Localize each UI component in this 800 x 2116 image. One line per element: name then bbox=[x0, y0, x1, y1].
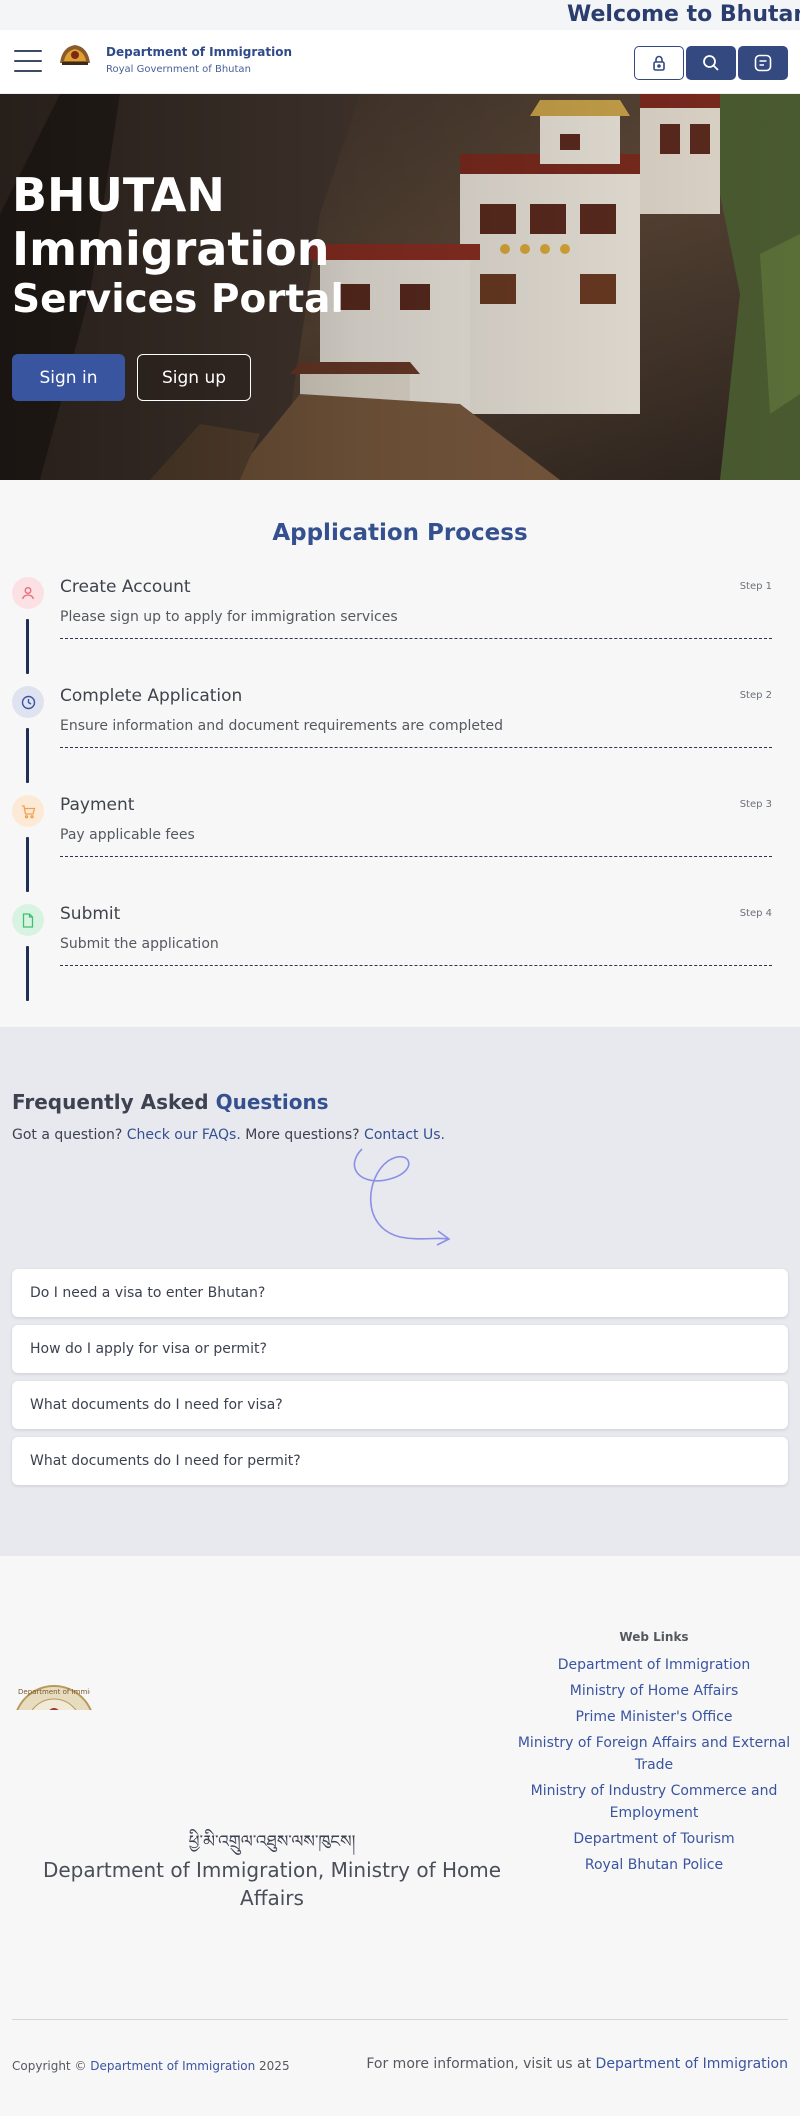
footer-divider bbox=[12, 2019, 788, 2020]
process-step: Submit Step 4 Submit the application bbox=[0, 904, 800, 1013]
curly-arrow-icon bbox=[353, 1148, 451, 1246]
more-info-prefix: For more information, visit us at bbox=[366, 2056, 596, 2072]
step-connector bbox=[26, 619, 29, 674]
hero-title: BHUTAN Immigration Services Portal bbox=[12, 172, 344, 319]
step-number: Step 2 bbox=[739, 690, 772, 701]
site-header: Department of Immigration Royal Governme… bbox=[0, 30, 800, 94]
step-divider bbox=[60, 965, 772, 966]
step-number: Step 4 bbox=[739, 908, 772, 919]
process-step: Complete Application Step 2 Ensure infor… bbox=[0, 686, 800, 795]
sign-up-button[interactable]: Sign up bbox=[137, 354, 251, 401]
hero-title-line1: BHUTAN bbox=[12, 168, 225, 222]
document-icon bbox=[22, 912, 34, 928]
faq-item[interactable]: How do I apply for visa or permit? bbox=[12, 1325, 788, 1373]
step-divider bbox=[60, 747, 772, 748]
weblink-immigration[interactable]: Department of Immigration bbox=[514, 1654, 794, 1676]
faq-section: Frequently Asked Questions Got a questio… bbox=[0, 1027, 800, 1556]
weblinks-list: Department of Immigration Ministry of Ho… bbox=[514, 1654, 794, 1880]
faq-item[interactable]: What documents do I need for permit? bbox=[12, 1437, 788, 1485]
search-icon bbox=[703, 55, 719, 71]
header-department-name[interactable]: Department of Immigration bbox=[106, 45, 292, 59]
cart-icon bbox=[21, 804, 35, 818]
department-seal: Department of Immigration bbox=[12, 1684, 96, 1710]
marquee-text: Welcome to Bhutan In bbox=[567, 2, 800, 27]
step-connector bbox=[26, 837, 29, 892]
emblem-logo bbox=[60, 45, 90, 65]
step-connector bbox=[26, 728, 29, 783]
copyright: Copyright © Department of Immigration 20… bbox=[12, 2059, 290, 2073]
application-process-section: Application Process Create Account Step … bbox=[0, 480, 800, 1027]
step-number: Step 3 bbox=[739, 799, 772, 810]
hero-title-line3: Services Portal bbox=[12, 277, 344, 322]
step-description: Pay applicable fees bbox=[60, 827, 195, 843]
chat-icon bbox=[754, 54, 772, 72]
faq-title-plain: Frequently Asked bbox=[12, 1090, 216, 1114]
step-description: Please sign up to apply for immigration … bbox=[60, 609, 398, 625]
weblink-foreign-affairs[interactable]: Ministry of Foreign Affairs and External… bbox=[514, 1732, 794, 1776]
seal-text: Department of Immigration bbox=[18, 1688, 90, 1696]
step-icon-circle bbox=[12, 795, 44, 827]
faq-sub-middle: More questions? bbox=[240, 1127, 365, 1143]
weblink-tourism[interactable]: Department of Tourism bbox=[514, 1828, 794, 1850]
weblink-industry-commerce[interactable]: Ministry of Industry Commerce and Employ… bbox=[514, 1780, 794, 1824]
step-description: Submit the application bbox=[60, 936, 219, 952]
welcome-marquee: Welcome to Bhutan In bbox=[0, 0, 800, 30]
sign-in-button[interactable]: Sign in bbox=[12, 354, 125, 401]
login-button[interactable] bbox=[634, 46, 684, 80]
weblink-pm-office[interactable]: Prime Minister's Office bbox=[514, 1706, 794, 1728]
step-icon-circle bbox=[12, 904, 44, 936]
chat-button[interactable] bbox=[738, 46, 788, 80]
step-divider bbox=[60, 856, 772, 857]
search-button[interactable] bbox=[686, 46, 736, 80]
step-title: Submit bbox=[60, 904, 121, 924]
faq-item[interactable]: What documents do I need for visa? bbox=[12, 1381, 788, 1429]
step-icon-circle bbox=[12, 577, 44, 609]
copyright-prefix: Copyright © bbox=[12, 2059, 91, 2073]
menu-icon[interactable] bbox=[14, 50, 42, 74]
hero-title-line2: Immigration bbox=[12, 222, 330, 276]
step-title: Create Account bbox=[60, 577, 191, 597]
step-icon-circle bbox=[12, 686, 44, 718]
faq-sub-prefix: Got a question? bbox=[12, 1127, 127, 1143]
step-description: Ensure information and document requirem… bbox=[60, 718, 504, 734]
clock-icon bbox=[21, 695, 35, 709]
header-government-name: Royal Government of Bhutan bbox=[106, 64, 251, 75]
faq-item[interactable]: Do I need a visa to enter Bhutan? bbox=[12, 1269, 788, 1317]
step-title: Complete Application bbox=[60, 686, 243, 706]
step-divider bbox=[60, 638, 772, 639]
process-title: Application Process bbox=[272, 520, 528, 546]
weblink-home-affairs[interactable]: Ministry of Home Affairs bbox=[514, 1680, 794, 1702]
site-footer: Department of Immigration ཕྱི་མི་འགྲུལ་འ… bbox=[0, 1556, 800, 2116]
weblinks-title: Web Links bbox=[619, 1630, 689, 1644]
user-icon bbox=[22, 587, 34, 600]
lock-icon bbox=[653, 55, 665, 71]
check-faqs-link[interactable]: Check our FAQs. bbox=[127, 1127, 241, 1143]
faq-title: Frequently Asked Questions bbox=[12, 1090, 329, 1114]
step-title: Payment bbox=[60, 795, 135, 815]
copyright-year: 2025 bbox=[255, 2059, 290, 2073]
hero-banner: BHUTAN Immigration Services Portal Sign … bbox=[0, 94, 800, 480]
weblink-police[interactable]: Royal Bhutan Police bbox=[514, 1854, 794, 1876]
more-info: For more information, visit us at Depart… bbox=[366, 2056, 788, 2072]
copyright-link[interactable]: Department of Immigration bbox=[90, 2059, 255, 2073]
step-number: Step 1 bbox=[739, 581, 772, 592]
step-connector bbox=[26, 946, 29, 1001]
faq-subtitle: Got a question? Check our FAQs. More que… bbox=[12, 1127, 445, 1143]
process-step: Payment Step 3 Pay applicable fees bbox=[0, 795, 800, 904]
process-step: Create Account Step 1 Please sign up to … bbox=[0, 577, 800, 686]
faq-title-accent: Questions bbox=[215, 1090, 329, 1114]
footer-department-name: Department of Immigration, Ministry of H… bbox=[42, 1858, 502, 1910]
more-info-link[interactable]: Department of Immigration bbox=[596, 2056, 788, 2072]
contact-us-link[interactable]: Contact Us. bbox=[364, 1127, 445, 1143]
